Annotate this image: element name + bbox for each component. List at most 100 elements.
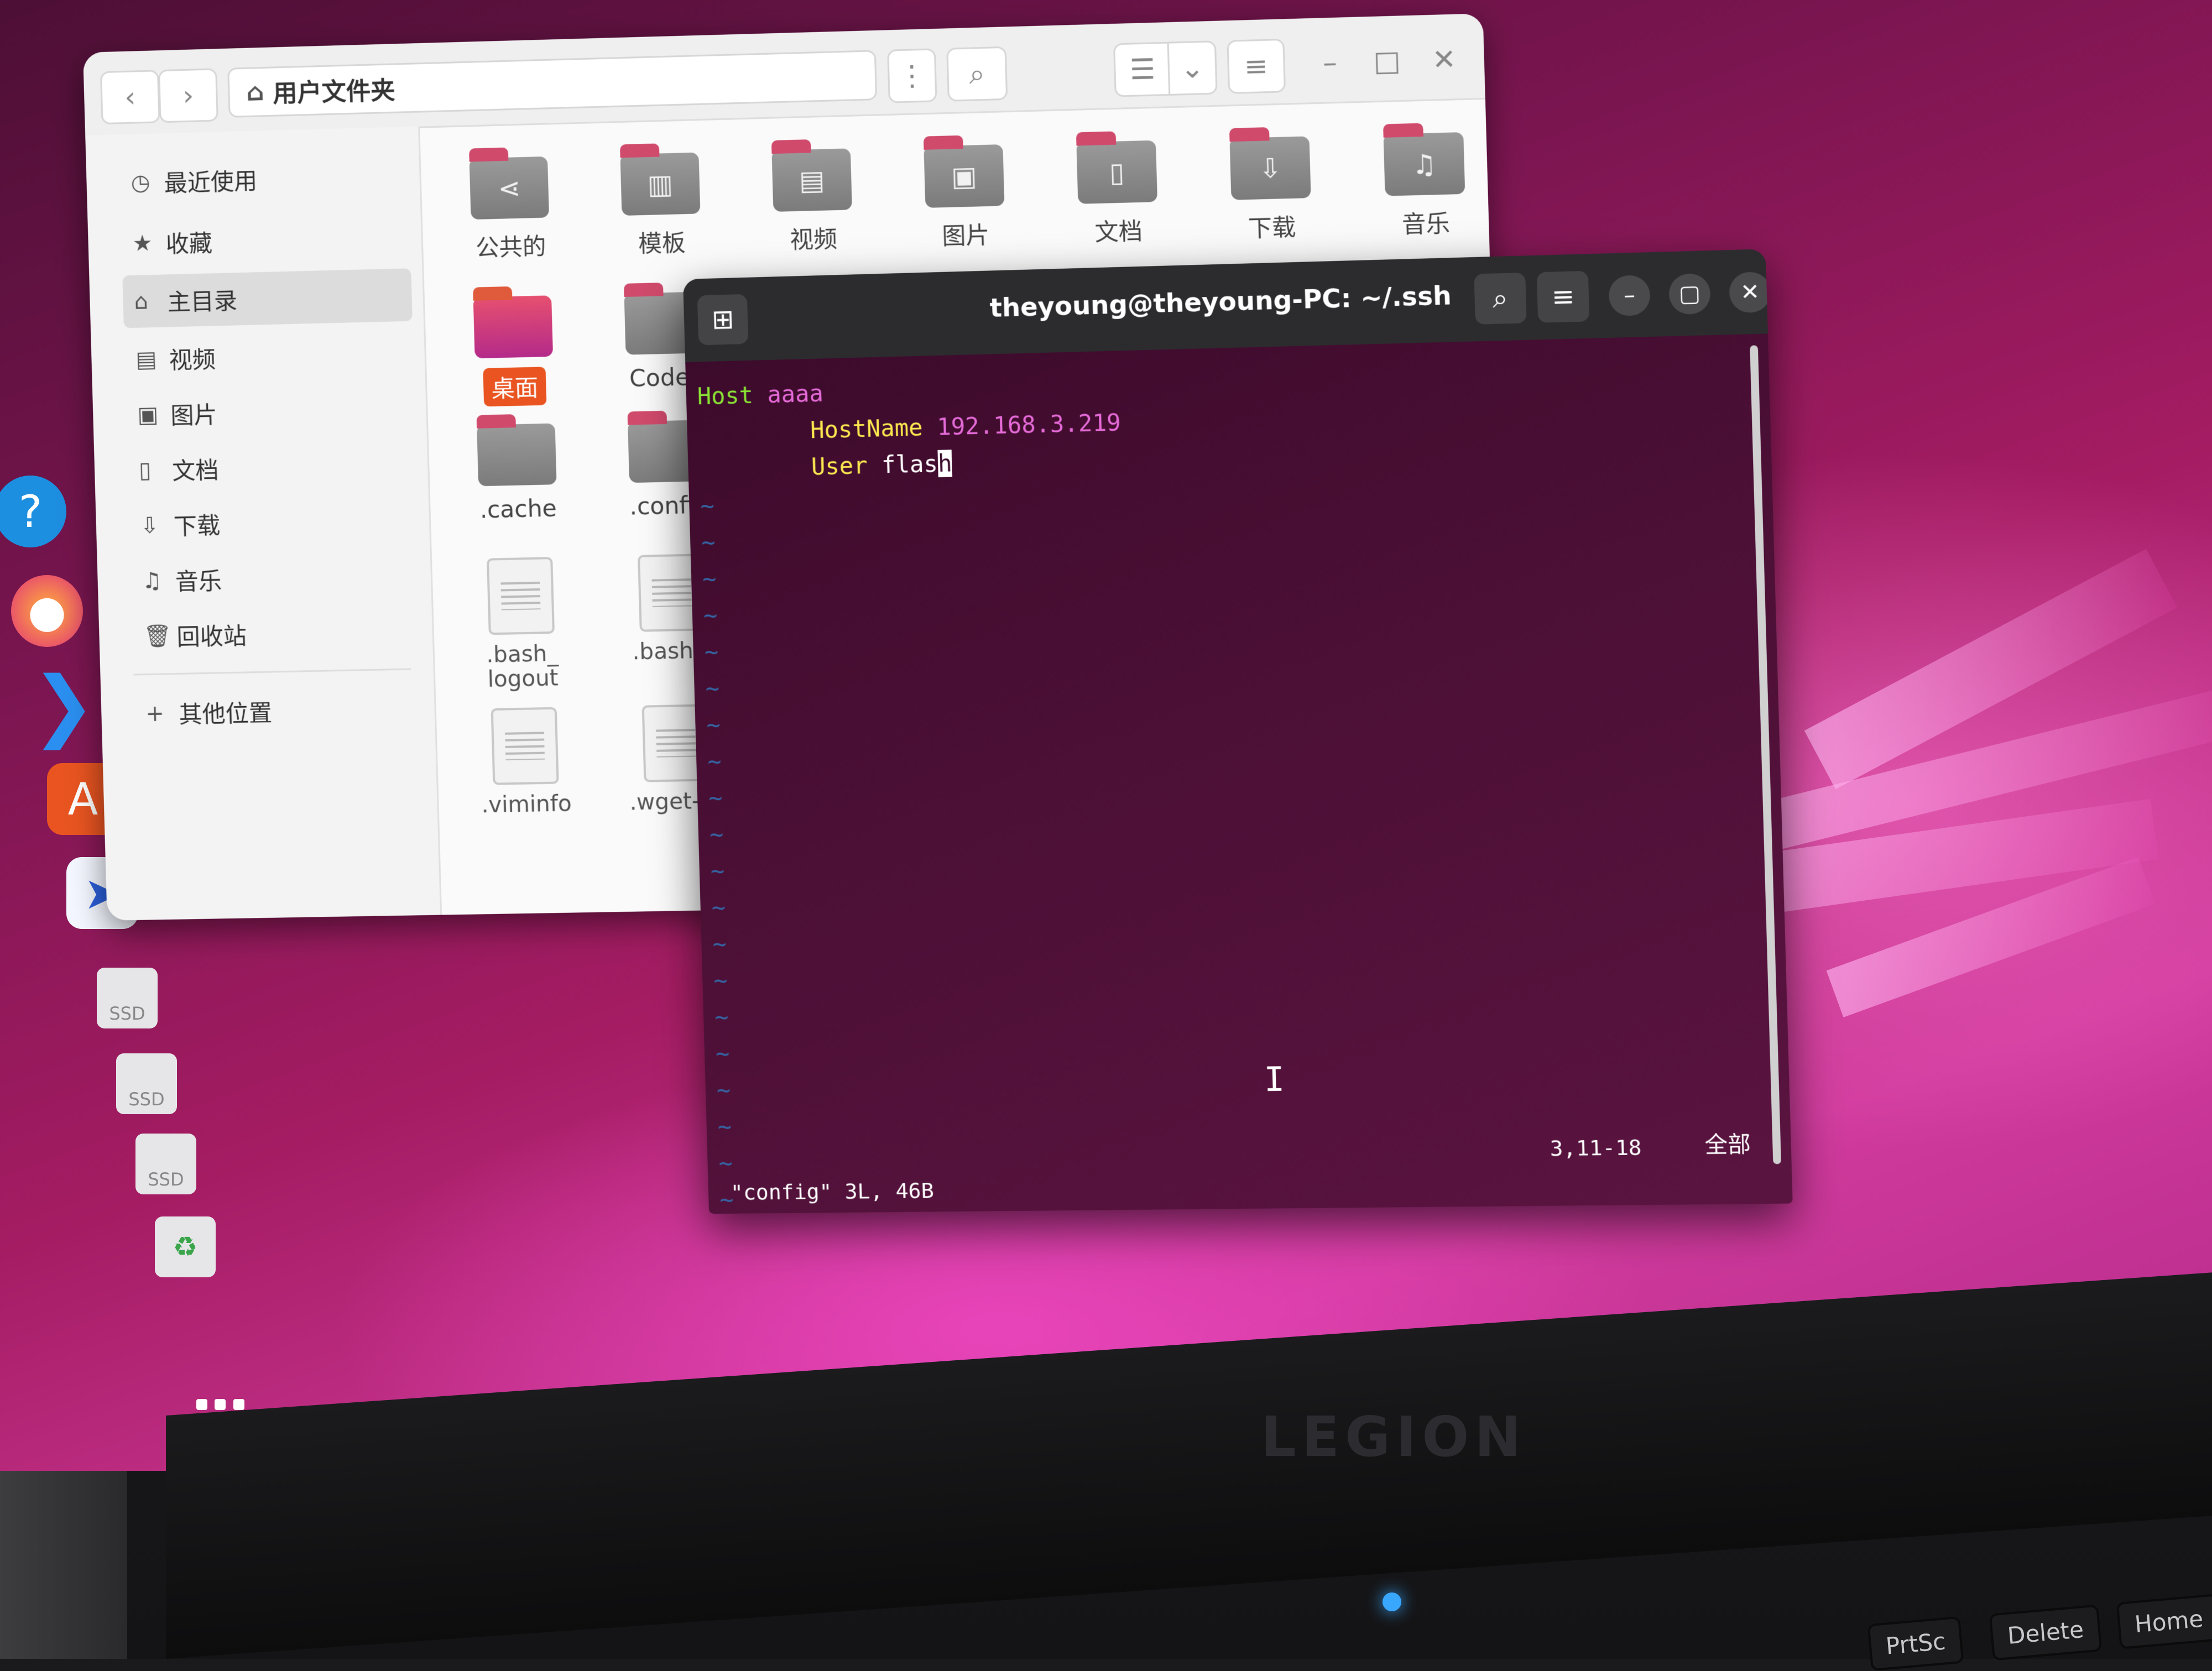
sidebar-item-music[interactable]: ♫ 音乐 bbox=[130, 549, 420, 607]
power-led bbox=[1383, 1592, 1401, 1611]
sidebar-item-starred[interactable]: ★ 收藏 bbox=[121, 210, 411, 270]
firefox-icon[interactable]: ● bbox=[11, 575, 83, 647]
minimize-button[interactable]: – bbox=[1306, 36, 1353, 88]
home-icon: ⌂ bbox=[133, 288, 149, 315]
sidebar-item-videos[interactable]: ▤ 视频 bbox=[124, 327, 414, 387]
terminal-title: theyoung@theyoung-PC: ~/.ssh bbox=[989, 280, 1452, 323]
star-icon: ★ bbox=[132, 230, 153, 257]
path-label: 用户文件夹 bbox=[272, 76, 396, 108]
host-value: aaaa bbox=[766, 379, 824, 409]
cursor-position: 3,11-18 bbox=[1550, 1135, 1642, 1161]
file-bash-logout[interactable]: .bash_ logout bbox=[458, 556, 585, 692]
sidebar-item-home[interactable]: ⌂ 主目录 bbox=[122, 268, 413, 328]
terminal-window[interactable]: ⊞ theyoung@theyoung-PC: ~/.ssh ⌕ ≡ – ▢ ✕… bbox=[683, 249, 1793, 1214]
main-menu-button[interactable]: ≡ bbox=[1227, 38, 1286, 95]
film-icon: ▤ bbox=[135, 346, 158, 373]
folder-label: 图片 bbox=[941, 221, 990, 250]
sidebar-item-label: 其他位置 bbox=[178, 699, 273, 729]
user-value: flas bbox=[881, 450, 938, 479]
key-home: Home bbox=[2116, 1594, 2212, 1649]
clock-icon: ◷ bbox=[130, 169, 151, 196]
keyword-hostname: HostName bbox=[810, 414, 924, 444]
sidebar-item-documents[interactable]: ▯ 文档 bbox=[127, 437, 418, 497]
folder-label: 桌面 bbox=[483, 367, 547, 407]
sidebar-item-recent[interactable]: ◷ 最近使用 bbox=[119, 149, 409, 209]
help-icon[interactable]: ? bbox=[0, 476, 66, 547]
folder-label: 文档 bbox=[1094, 217, 1143, 247]
minimize-button[interactable]: – bbox=[1608, 274, 1651, 317]
folder-label: 模板 bbox=[638, 229, 686, 258]
sidebar-item-label: 收藏 bbox=[165, 229, 213, 258]
sidebar-item-label: 下载 bbox=[173, 511, 221, 540]
back-button[interactable]: ‹ bbox=[100, 70, 160, 125]
sidebar-item-pictures[interactable]: ▣ 图片 bbox=[126, 382, 416, 441]
ssd-drive-icon[interactable]: SSD bbox=[116, 1053, 177, 1114]
folder-videos[interactable]: ▤ 视频 bbox=[755, 148, 870, 257]
image-icon: ▣ bbox=[951, 160, 978, 193]
view-options-button[interactable]: ⌄ bbox=[1167, 40, 1218, 96]
close-button[interactable]: ✕ bbox=[1729, 271, 1772, 314]
vim-editor[interactable]: Host aaaa HostName 192.168.3.219 User fl… bbox=[697, 352, 1758, 1214]
sidebar-item-label: 音乐 bbox=[175, 567, 222, 596]
folder-documents[interactable]: ▯ 文档 bbox=[1060, 140, 1176, 249]
ssd-drive-icon[interactable]: SSD bbox=[135, 1134, 196, 1194]
vim-empty-lines: ~~~~~~~~~~~~~~~~~~~~~ bbox=[700, 463, 1760, 1214]
folder-desktop[interactable]: 桌面 bbox=[456, 295, 571, 407]
folder-label: 音乐 bbox=[1401, 210, 1451, 239]
file-label: .bash_ logout bbox=[486, 640, 559, 692]
document-icon: ▯ bbox=[1109, 156, 1125, 189]
trash-icon[interactable]: ♻ bbox=[155, 1216, 216, 1277]
mouse-ibeam-icon: I bbox=[1263, 1060, 1285, 1100]
folder-cache[interactable]: .cache bbox=[460, 423, 575, 524]
maximize-button[interactable]: ▢ bbox=[1668, 273, 1711, 315]
music-icon: ♫ bbox=[1411, 148, 1437, 181]
sidebar-item-label: 视频 bbox=[168, 346, 216, 374]
folder-label: 公共的 bbox=[475, 232, 547, 262]
sidebar-item-trash[interactable]: 🗑 回收站 bbox=[132, 604, 422, 663]
vscode-icon[interactable]: ❯ bbox=[28, 660, 100, 750]
folder-label: .cache bbox=[479, 494, 557, 524]
list-view-button[interactable]: ☰ bbox=[1113, 41, 1172, 97]
folder-pictures[interactable]: ▣ 图片 bbox=[907, 144, 1023, 252]
file-label: .viminfo bbox=[481, 791, 572, 818]
plus-icon: + bbox=[145, 701, 165, 727]
text-file-icon bbox=[486, 557, 555, 635]
home-icon: ⌂ bbox=[246, 77, 264, 107]
search-button[interactable]: ⌕ bbox=[1474, 272, 1527, 325]
folder-music[interactable]: ♫ 音乐 bbox=[1366, 132, 1484, 241]
folder-templates[interactable]: ▥ 模板 bbox=[603, 152, 718, 260]
file-viminfo[interactable]: .viminfo bbox=[462, 707, 588, 818]
search-button[interactable]: ⌕ bbox=[946, 46, 1008, 102]
files-sidebar: ◷ 最近使用 ★ 收藏 ⌂ 主目录 ▤ 视频 ▣ 图片 ▯ 文档 ⇩ 下载 ♫ 音乐 🗑 回收站 … bbox=[85, 126, 442, 921]
sidebar-item-downloads[interactable]: ⇩ 下载 bbox=[129, 493, 419, 552]
sidebar-item-label: 最近使用 bbox=[164, 167, 258, 197]
sidebar-item-label: 回收站 bbox=[176, 622, 247, 651]
share-icon: ⋖ bbox=[497, 173, 521, 205]
folder-public[interactable]: ⋖ 公共的 bbox=[452, 156, 567, 264]
key-prtsc: PrtSc bbox=[1867, 1616, 1964, 1671]
close-button[interactable]: ✕ bbox=[1421, 34, 1468, 86]
maximize-button[interactable]: □ bbox=[1364, 35, 1411, 87]
text-cursor: h bbox=[937, 450, 953, 478]
scroll-position: 全部 bbox=[1704, 1131, 1751, 1158]
download-icon: ⇩ bbox=[140, 512, 160, 539]
folder-label: 视频 bbox=[789, 225, 838, 254]
forward-button[interactable]: › bbox=[158, 68, 218, 123]
path-bar[interactable]: ⌂ 用户文件夹 bbox=[227, 50, 878, 118]
download-icon: ⇩ bbox=[1258, 153, 1282, 185]
sidebar-item-label: 文档 bbox=[171, 456, 220, 485]
hostname-value: 192.168.3.219 bbox=[936, 409, 1121, 441]
sidebar-item-label: 图片 bbox=[170, 401, 218, 430]
sidebar-item-other-locations[interactable]: + 其他位置 bbox=[134, 682, 424, 740]
image-icon: ▣ bbox=[137, 401, 159, 428]
ssd-drive-icon[interactable]: SSD bbox=[97, 968, 158, 1028]
path-menu-button[interactable]: ⋮ bbox=[887, 48, 937, 103]
keyword-host: Host bbox=[697, 381, 754, 410]
brand-logo: LEGION bbox=[1261, 1404, 1527, 1469]
trash-icon: 🗑 bbox=[143, 623, 172, 650]
sidebar-divider bbox=[133, 668, 411, 676]
folder-downloads[interactable]: ⇩ 下载 bbox=[1213, 136, 1329, 245]
text-file-icon bbox=[491, 707, 559, 785]
music-icon: ♫ bbox=[142, 567, 163, 594]
menu-button[interactable]: ≡ bbox=[1536, 270, 1590, 323]
